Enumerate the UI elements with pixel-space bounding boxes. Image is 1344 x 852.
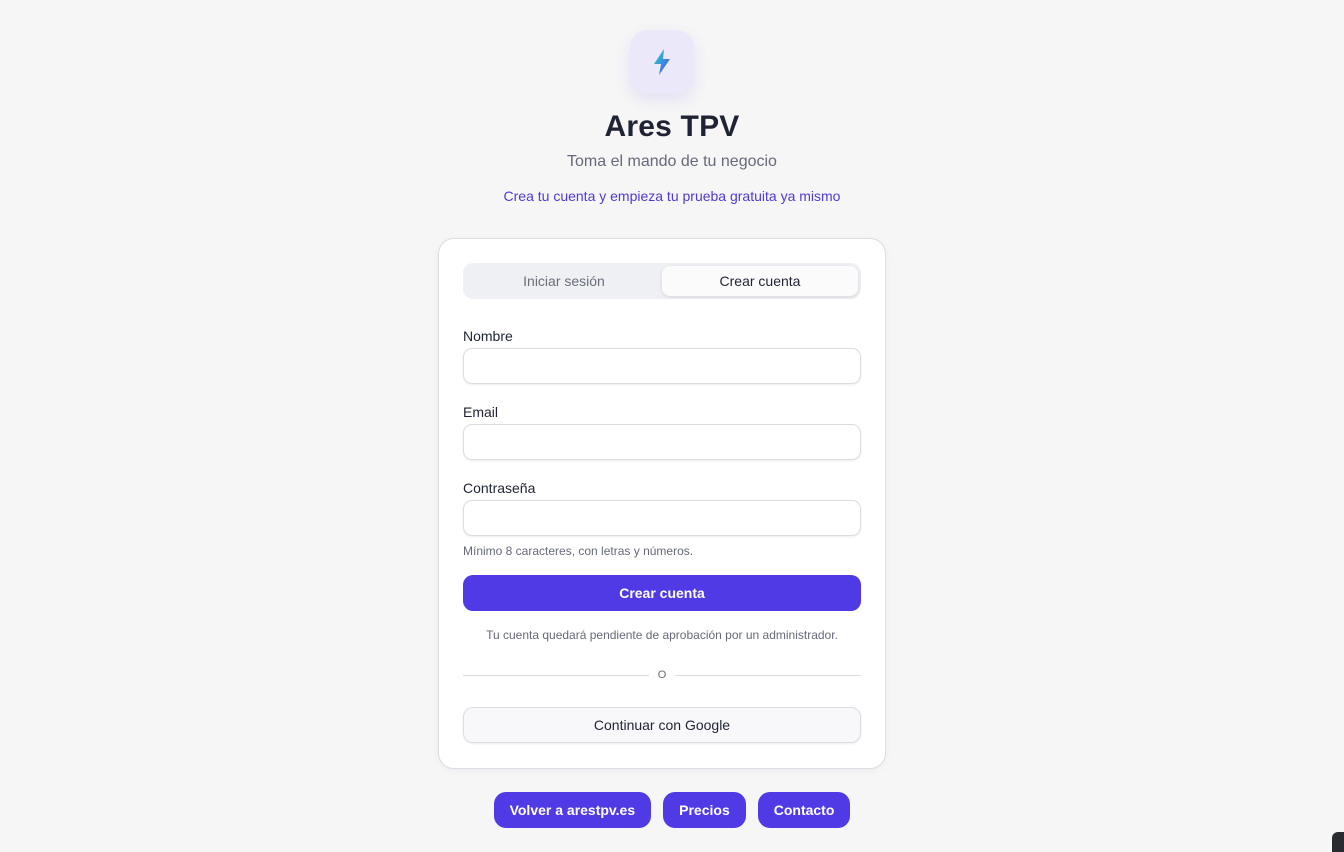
auth-card: Iniciar sesión Crear cuenta Nombre Email… bbox=[438, 238, 886, 769]
password-input[interactable] bbox=[463, 500, 861, 536]
password-label: Contraseña bbox=[463, 480, 536, 496]
signup-tagline: Crea tu cuenta y empieza tu prueba gratu… bbox=[503, 188, 841, 204]
email-input[interactable] bbox=[463, 424, 861, 460]
approval-notice: Tu cuenta quedará pendiente de aprobació… bbox=[486, 628, 838, 642]
name-label: Nombre bbox=[463, 328, 513, 344]
divider-line-right bbox=[675, 674, 861, 676]
footer-links: Volver a arestpv.es Precios Contacto bbox=[0, 792, 1344, 828]
name-input[interactable] bbox=[463, 348, 861, 384]
or-divider: O bbox=[463, 667, 861, 683]
password-hint: Mínimo 8 caracteres, con letras y número… bbox=[463, 544, 694, 558]
divider-line-left bbox=[463, 674, 649, 676]
corner-widget[interactable] bbox=[1332, 832, 1344, 852]
app-title: Ares TPV bbox=[604, 110, 740, 143]
pricing-link[interactable]: Precios bbox=[663, 792, 746, 828]
email-label: Email bbox=[463, 404, 499, 420]
google-signin-button[interactable]: Continuar con Google bbox=[463, 707, 861, 743]
back-to-site-link[interactable]: Volver a arestpv.es bbox=[493, 792, 652, 828]
app-logo bbox=[630, 30, 694, 94]
tab-signup[interactable]: Crear cuenta bbox=[662, 266, 858, 296]
lightning-bolt-icon bbox=[654, 49, 670, 75]
tab-login[interactable]: Iniciar sesión bbox=[466, 266, 662, 296]
signup-page: Ares TPV Toma el mando de tu negocio Cre… bbox=[0, 0, 1344, 852]
divider-text: O bbox=[657, 669, 667, 681]
app-subtitle: Toma el mando de tu negocio bbox=[567, 153, 777, 170]
create-account-button[interactable]: Crear cuenta bbox=[463, 575, 861, 611]
auth-tabs: Iniciar sesión Crear cuenta bbox=[463, 263, 861, 299]
contact-link[interactable]: Contacto bbox=[757, 792, 851, 828]
